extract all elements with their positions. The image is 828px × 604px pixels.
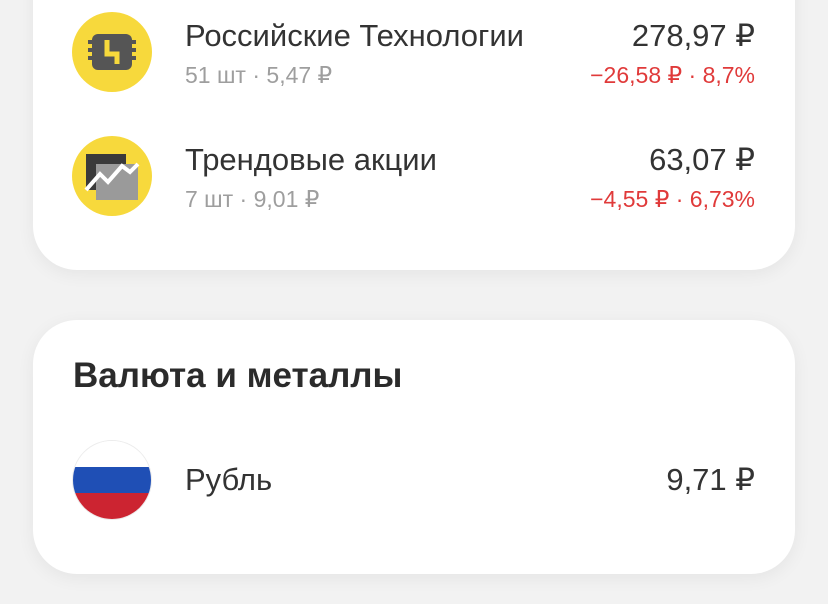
fund-price: 63,07 ₽: [649, 142, 755, 177]
fund-row-russian-tech[interactable]: Российские Технологии 51 шт · 5,47 ₽ 278…: [33, 12, 795, 102]
fund-meta: 7 шт · 9,01 ₽: [185, 186, 320, 212]
russia-flag-icon: [72, 440, 152, 520]
fund-price: 278,97 ₽: [631, 18, 755, 53]
currency-card: Валюта и металлы Рубль 9,71 ₽: [33, 320, 795, 574]
fund-meta: 51 шт · 5,47 ₽: [185, 62, 333, 88]
fund-change: −4,55 ₽ · 6,73%: [590, 186, 755, 212]
fund-name: Российские Технологии: [185, 18, 524, 53]
currency-value: 9,71 ₽: [666, 462, 755, 497]
chip-icon: [72, 12, 152, 92]
fund-change: −26,58 ₽ · 8,7%: [590, 62, 755, 88]
section-title: Валюта и металлы: [73, 356, 403, 395]
currency-name: Рубль: [185, 462, 273, 497]
trend-chart-icon: [72, 136, 152, 216]
fund-row-trend-stocks[interactable]: Трендовые акции 7 шт · 9,01 ₽ 63,07 ₽ −4…: [33, 136, 795, 226]
currency-row-ruble[interactable]: Рубль 9,71 ₽: [33, 440, 795, 522]
fund-name: Трендовые акции: [185, 142, 437, 177]
funds-card: Российские Технологии 51 шт · 5,47 ₽ 278…: [33, 0, 795, 270]
